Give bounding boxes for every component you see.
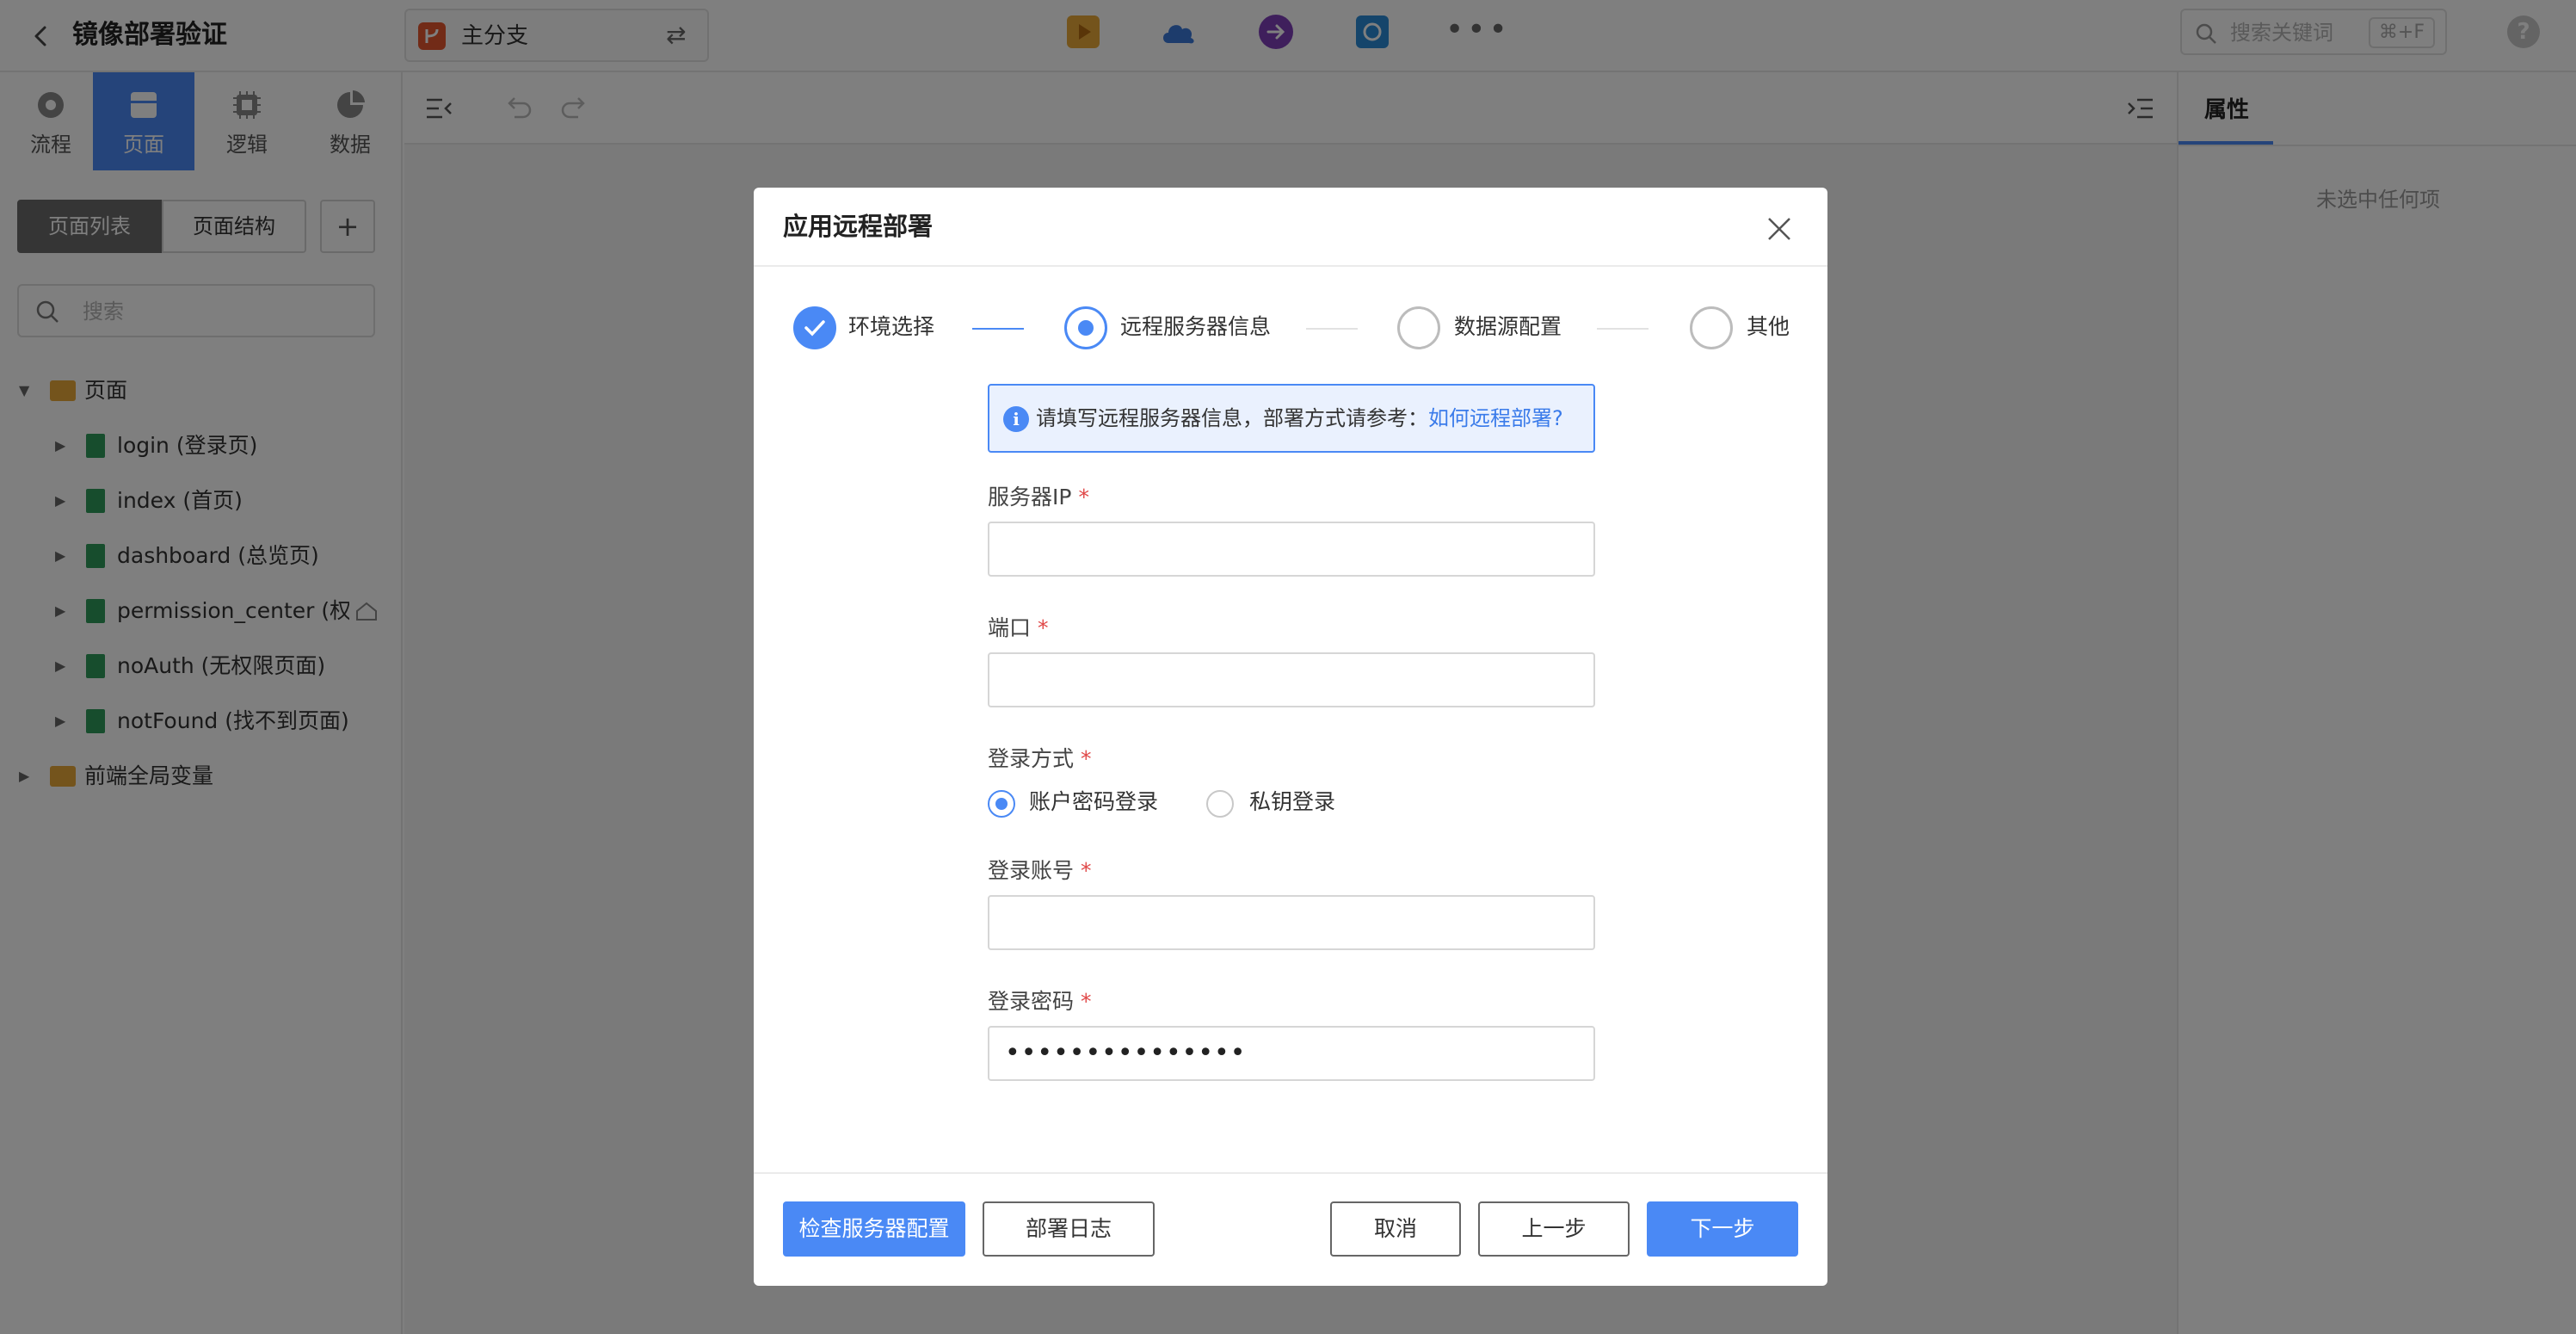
remote-deploy-dialog: 应用远程部署 环境选择 远程服务器信息 数据源配置 其他 i 请填写远程服务器信…: [754, 188, 1827, 1286]
step-connector: [1597, 328, 1649, 330]
next-step-button[interactable]: 下一步: [1647, 1201, 1798, 1257]
info-banner: i 请填写远程服务器信息，部署方式请参考：如何远程部署?: [988, 384, 1595, 453]
step-4-pending-icon: [1690, 306, 1733, 349]
dialog-divider: [754, 265, 1827, 267]
step-4-label: 其他: [1747, 314, 1790, 339]
account-input[interactable]: [988, 895, 1595, 950]
cancel-button[interactable]: 取消: [1330, 1201, 1461, 1257]
step-3-label: 数据源配置: [1454, 314, 1562, 339]
step-3-pending-icon: [1397, 306, 1440, 349]
port-label: 端口 *: [988, 615, 1049, 640]
password-label: 登录密码 *: [988, 989, 1092, 1014]
radio-key-login[interactable]: [1206, 790, 1234, 818]
login-method-label: 登录方式 *: [988, 746, 1092, 771]
check-server-config-button[interactable]: 检查服务器配置: [783, 1201, 965, 1257]
server-ip-input[interactable]: [988, 522, 1595, 577]
port-input[interactable]: [988, 652, 1595, 707]
prev-step-button[interactable]: 上一步: [1478, 1201, 1630, 1257]
account-label: 登录账号 *: [988, 858, 1092, 883]
dialog-title: 应用远程部署: [783, 212, 934, 241]
step-2-current-icon: [1064, 306, 1107, 349]
how-to-deploy-link[interactable]: 如何远程部署?: [1428, 406, 1563, 430]
password-input[interactable]: •••••••••••••••: [988, 1026, 1595, 1081]
footer-divider: [754, 1172, 1827, 1174]
deploy-log-button[interactable]: 部署日志: [983, 1201, 1155, 1257]
step-connector: [972, 328, 1024, 330]
radio-password-login-label[interactable]: 账户密码登录: [1029, 785, 1158, 819]
step-connector: [1306, 328, 1358, 330]
info-text: 请填写远程服务器信息，部署方式请参考：如何远程部署?: [1036, 406, 1563, 430]
step-2-label: 远程服务器信息: [1120, 314, 1272, 339]
radio-key-login-label[interactable]: 私钥登录: [1249, 785, 1335, 819]
step-1-check-icon: [793, 306, 836, 349]
close-icon[interactable]: [1764, 213, 1795, 244]
server-ip-label: 服务器IP *: [988, 485, 1089, 510]
info-icon: i: [1003, 406, 1029, 432]
step-1-label: 环境选择: [848, 314, 935, 339]
radio-password-login[interactable]: [988, 790, 1015, 818]
